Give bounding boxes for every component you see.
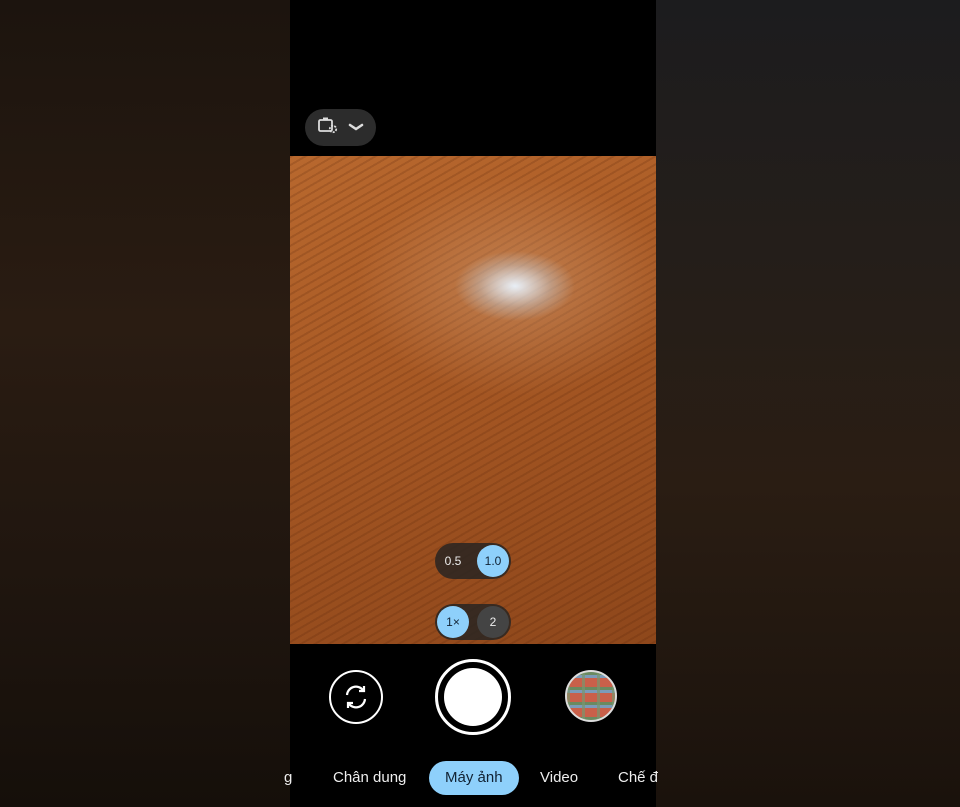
lens-option-0-5[interactable]: 0.5 <box>437 545 469 577</box>
zoom-option-1x[interactable]: 1× <box>437 606 469 638</box>
mode-item[interactable]: g <box>284 760 292 796</box>
zoom-option-2x[interactable]: 2 <box>477 606 509 638</box>
shutter-button[interactable] <box>435 659 511 735</box>
camera-app: 0.5 1.0 1× 2 g Chân dung Máy ảnh Video C… <box>284 0 658 807</box>
blurred-background-right <box>656 0 960 807</box>
settings-button[interactable] <box>305 109 376 146</box>
mode-item[interactable]: Chân dung <box>333 760 406 796</box>
flip-camera-button[interactable] <box>329 670 383 724</box>
mode-selector: g Chân dung Máy ảnh Video Chế đ <box>284 760 658 796</box>
blurred-background-left <box>0 0 290 807</box>
mode-item[interactable]: Video <box>540 760 578 796</box>
lens-selector: 0.5 1.0 <box>435 543 511 579</box>
shutter-inner <box>444 668 502 726</box>
lens-option-1-0[interactable]: 1.0 <box>477 545 509 577</box>
gallery-thumbnail[interactable] <box>565 670 617 722</box>
flip-camera-icon <box>345 685 367 709</box>
zoom-selector: 1× 2 <box>435 604 511 640</box>
camera-settings-icon <box>317 115 339 140</box>
chevron-down-icon <box>348 119 364 137</box>
mode-item-selected[interactable]: Máy ảnh <box>429 761 519 795</box>
mode-item[interactable]: Chế đ <box>618 760 658 796</box>
